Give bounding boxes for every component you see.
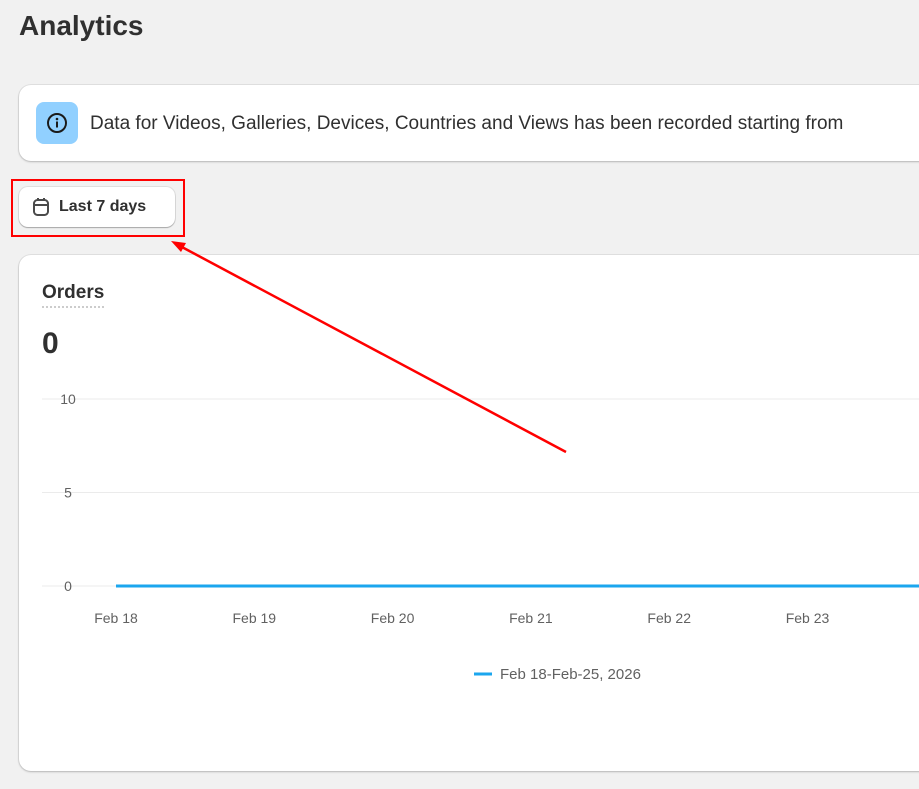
orders-chart: 10 5 0 Feb 18 Feb 19 Feb 20 Feb 21 Feb 22 Feb 23… xyxy=(42,391,919,683)
x-tick-label: Feb 19 xyxy=(233,610,277,626)
y-tick-label: 0 xyxy=(64,578,72,594)
y-tick-label: 5 xyxy=(64,485,72,501)
x-tick-label: Feb 23 xyxy=(786,610,830,626)
legend-label: Feb 18-Feb-25, 2026 xyxy=(500,666,641,683)
x-tick-label: Feb 18 xyxy=(94,610,138,626)
x-tick-label: Feb 21 xyxy=(509,610,553,626)
y-tick-label: 10 xyxy=(60,391,76,407)
x-tick-label: Feb 22 xyxy=(647,610,691,626)
x-tick-label: Feb 20 xyxy=(371,610,415,626)
